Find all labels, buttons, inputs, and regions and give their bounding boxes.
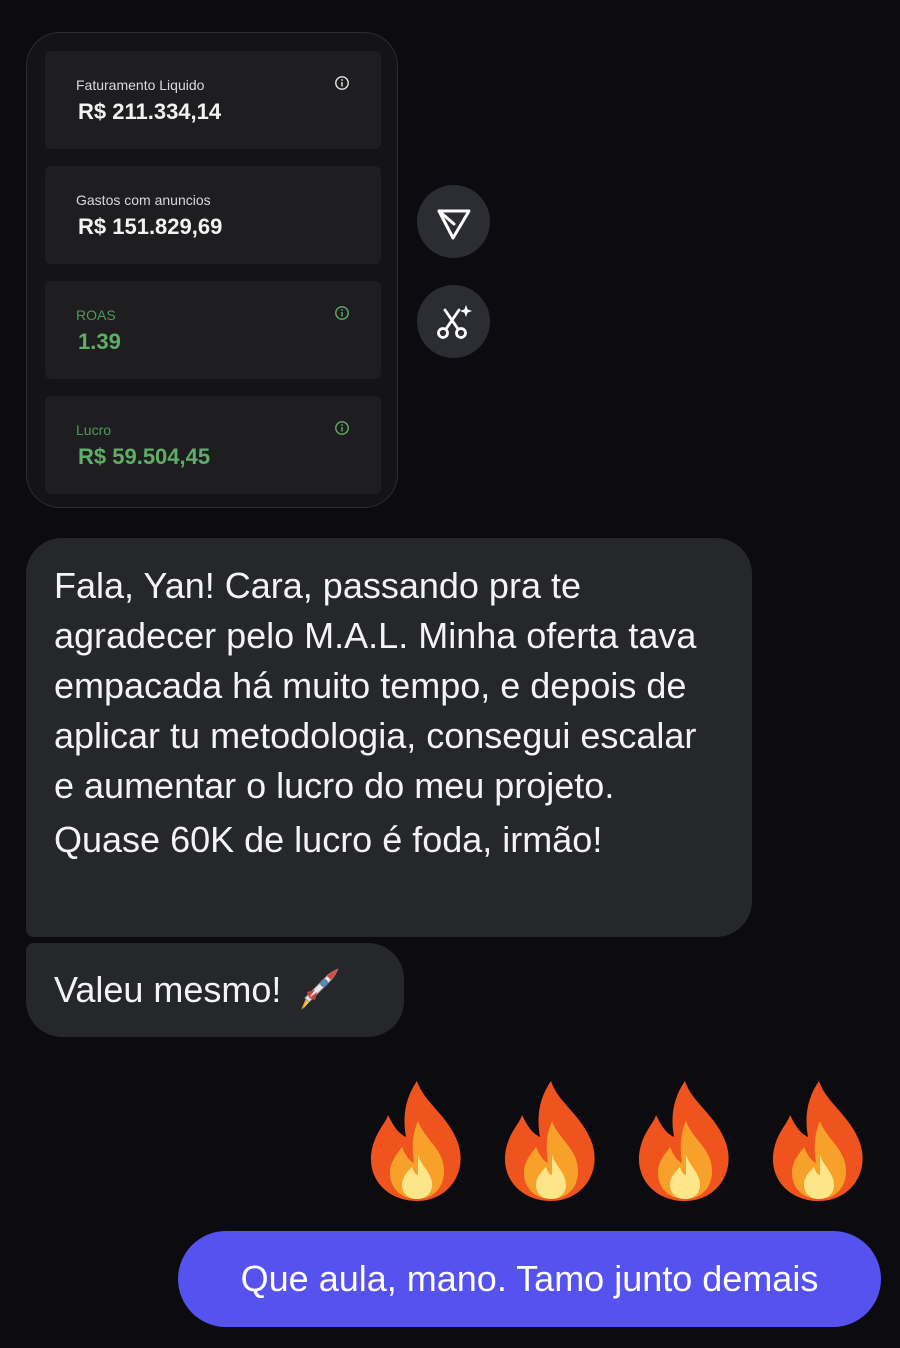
fire-emoji-icon: [772, 1081, 863, 1201]
rocket-emoji-icon: [301, 968, 339, 1010]
metric-label: Faturamento Liquido: [76, 77, 205, 93]
message-text: Quase 60K de lucro é foda, irmão!: [54, 819, 603, 860]
fire-emoji-icon: [370, 1081, 461, 1201]
message-text: Que aula, mano. Tamo junto demais: [240, 1258, 819, 1299]
message-text: Fala, Yan! Cara, passando pra te agradec…: [54, 565, 697, 806]
fire-emoji-icon: [638, 1081, 729, 1201]
metric-lucro: Lucro R$ 59.504,45: [45, 396, 381, 494]
message-text: Valeu mesmo!: [54, 969, 282, 1010]
metric-label: Gastos com anuncios: [76, 192, 211, 208]
metric-label: ROAS: [76, 307, 116, 323]
sent-message-bubble[interactable]: Que aula, mano. Tamo junto demais: [178, 1231, 881, 1327]
info-icon: [335, 421, 349, 435]
metric-faturamento-liquido: Faturamento Liquido R$ 211.334,14: [45, 51, 381, 149]
share-button[interactable]: [417, 185, 490, 258]
metric-value: R$ 59.504,45: [78, 444, 211, 469]
magic-edit-button[interactable]: [417, 285, 490, 358]
metric-label: Lucro: [76, 422, 112, 438]
fire-emoji-icon: [504, 1081, 595, 1201]
received-message-bubble[interactable]: Fala, Yan! Cara, passando pra te agradec…: [26, 538, 752, 937]
received-message-bubble[interactable]: Valeu mesmo!: [26, 943, 404, 1037]
metric-value: 1.39: [78, 329, 121, 354]
metric-roas: ROAS 1.39: [45, 281, 381, 379]
fire-emoji-reaction: [362, 1077, 874, 1205]
shared-metrics-card[interactable]: Faturamento Liquido R$ 211.334,14 Gastos…: [26, 32, 398, 508]
metric-value: R$ 151.829,69: [78, 214, 223, 239]
send-icon: [437, 209, 470, 239]
scissors-sparkle-icon: [436, 304, 472, 339]
info-icon: [335, 306, 349, 320]
info-icon: [335, 76, 349, 90]
metric-gastos-anuncios: Gastos com anuncios R$ 151.829,69: [45, 166, 381, 264]
metric-value: R$ 211.334,14: [78, 99, 222, 124]
